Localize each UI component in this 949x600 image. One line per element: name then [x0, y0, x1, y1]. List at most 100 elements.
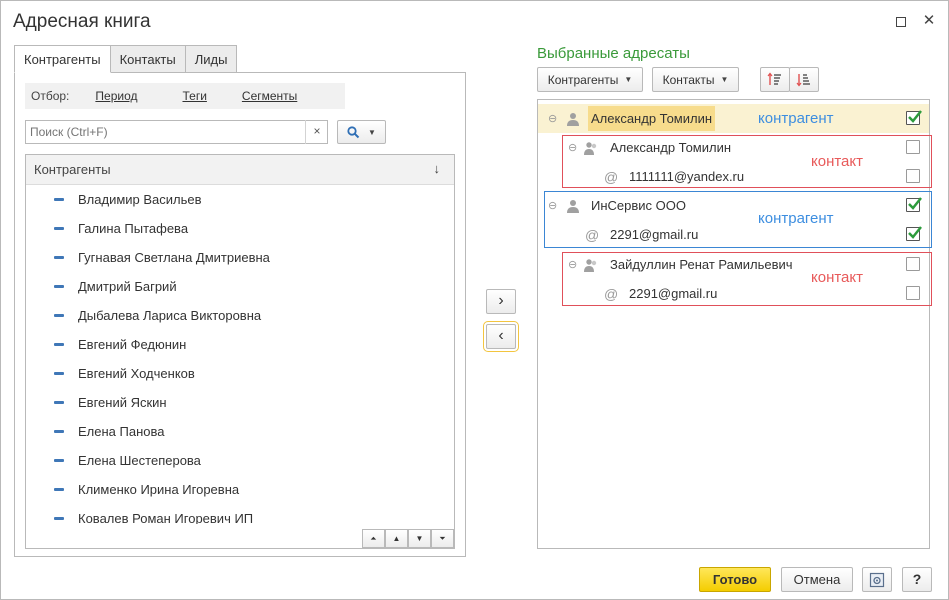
search-input[interactable] [25, 120, 328, 144]
collapse-icon[interactable]: ⊖ [568, 141, 577, 154]
remove-recipient-button[interactable]: ‹ [483, 321, 519, 352]
list-item[interactable]: Евгений Ходченков [26, 359, 454, 388]
annotation-contact-1: контакт [811, 153, 864, 170]
selected-recipients-title: Выбранные адресаты [537, 45, 690, 62]
form-settings-icon [869, 572, 885, 588]
list-nav: ⏶ ▲ ▼ ⏷ [362, 529, 454, 548]
add-contacts-dropdown[interactable]: Контакты ▼ [652, 67, 739, 92]
maximize-button[interactable] [891, 9, 911, 33]
contact-person-icon [584, 258, 597, 272]
filter-segments-link[interactable]: Сегменты [242, 89, 297, 103]
contact-person-icon [584, 141, 597, 155]
chevron-down-icon: ▼ [624, 75, 633, 84]
ready-button[interactable]: Готово [699, 567, 771, 592]
tree-row-label: Александр Томилин [610, 140, 732, 155]
checkmark-icon [908, 226, 922, 239]
tree-row-contact[interactable]: ⊖ Зайдуллин Ренат Рамильевич [538, 250, 929, 279]
recipient-checkbox[interactable] [906, 197, 922, 212]
settings-button[interactable] [862, 567, 892, 592]
recipient-checkbox[interactable] [906, 257, 920, 271]
list-header[interactable]: Контрагенты ↓ [26, 155, 454, 185]
sort-descending-icon [796, 74, 810, 87]
selected-recipients-panel: ⊖ Александр Томилин ⊖ Александр Томилин … [537, 99, 932, 549]
tree-row-label: 2291@gmail.ru [610, 227, 699, 242]
tree-row-email[interactable]: @ 1111111@yandex.ru [538, 162, 929, 191]
list-header-label: Контрагенты [34, 162, 111, 177]
tree-row-contact[interactable]: ⊖ Александр Томилин [538, 133, 929, 162]
add-recipient-button[interactable]: › [486, 289, 516, 314]
item-marker-icon [54, 343, 64, 346]
filter-tags-link[interactable]: Теги [182, 89, 206, 103]
tree-row-email[interactable]: @ 2291@gmail.ru [538, 279, 929, 308]
tree-row-email[interactable]: @ 2291@gmail.ru [538, 220, 929, 249]
item-marker-icon [54, 314, 64, 317]
tab-contacts[interactable]: Контакты [109, 45, 186, 73]
left-panel: Отбор: Период Теги Сегменты × ▼ Контраге… [14, 72, 466, 557]
search-icon [347, 125, 360, 138]
item-marker-icon [54, 401, 64, 404]
list-rows: Владимир Васильев Галина Пытафева Гугнавая… [26, 185, 454, 533]
collapse-icon[interactable]: ⊖ [548, 112, 557, 125]
annotation-counterparty-1: контрагент [758, 110, 834, 127]
item-marker-icon [54, 227, 64, 230]
left-tabs: Контрагенты Контакты Лиды [14, 45, 238, 73]
search-clear-button[interactable]: × [305, 120, 328, 144]
tree-row-counterparty[interactable]: ⊖ ИнСервис ООО [538, 191, 929, 220]
recipient-checkbox[interactable] [906, 226, 922, 241]
tab-counterparties[interactable]: Контрагенты [14, 45, 111, 73]
list-item-label: Елена Шестеперова [78, 453, 201, 468]
item-marker-icon [54, 285, 64, 288]
email-icon: @ [604, 168, 619, 185]
list-item-label: Елена Панова [78, 424, 165, 439]
scroll-top-button[interactable]: ⏶ [362, 529, 385, 548]
list-item-label: Владимир Васильев [78, 192, 202, 207]
scroll-down-button[interactable]: ▼ [408, 529, 431, 548]
email-icon: @ [604, 285, 619, 302]
scroll-up-button[interactable]: ▲ [385, 529, 408, 548]
filter-label: Отбор: [31, 89, 70, 103]
sort-descending-button[interactable] [789, 67, 819, 92]
add-counterparties-dropdown[interactable]: Контрагенты ▼ [537, 67, 643, 92]
list-item[interactable]: Гугнавая Светлана Дмитриевна [26, 243, 454, 272]
tree-row-label: 2291@gmail.ru [629, 286, 718, 301]
search-button[interactable]: ▼ [337, 120, 386, 144]
tree-row-counterparty[interactable]: ⊖ Александр Томилин [538, 104, 929, 133]
recipient-checkbox[interactable] [906, 169, 920, 183]
item-marker-icon [54, 198, 64, 201]
recipient-checkbox[interactable] [906, 110, 922, 125]
list-item[interactable]: Евгений Федюнин [26, 330, 454, 359]
list-item[interactable]: Елена Панова [26, 417, 454, 446]
collapse-icon[interactable]: ⊖ [568, 258, 577, 271]
filter-period-link[interactable]: Период [95, 89, 137, 103]
person-icon [567, 199, 579, 213]
list-item-label: Евгений Ходченков [78, 366, 195, 381]
recipient-checkbox[interactable] [906, 140, 920, 154]
tab-leads[interactable]: Лиды [184, 45, 238, 73]
list-item-label: Евгений Яскин [78, 395, 167, 410]
item-marker-icon [54, 256, 64, 259]
close-button[interactable]: ✕ [919, 9, 939, 33]
list-item[interactable]: Владимир Васильев [26, 185, 454, 214]
window-title: Адресная книга [13, 11, 151, 32]
item-marker-icon [54, 372, 64, 375]
cancel-button[interactable]: Отмена [781, 567, 853, 592]
list-item[interactable]: Евгений Яскин [26, 388, 454, 417]
scroll-bottom-button[interactable]: ⏷ [431, 529, 454, 548]
tree-row-label: Александр Томилин [588, 106, 716, 131]
sort-ascending-icon [767, 72, 781, 85]
help-button[interactable]: ? [902, 567, 932, 592]
list-item[interactable]: Дмитрий Багрий [26, 272, 454, 301]
item-marker-icon [54, 517, 64, 520]
list-item-label: Дмитрий Багрий [78, 279, 177, 294]
collapse-icon[interactable]: ⊖ [548, 199, 557, 212]
list-item[interactable]: Галина Пытафева [26, 214, 454, 243]
recipient-checkbox[interactable] [906, 286, 920, 300]
sort-ascending-button[interactable] [760, 67, 790, 92]
checkmark-icon [908, 197, 922, 210]
list-item[interactable]: Клименко Ирина Игоревна [26, 475, 454, 504]
tree-row-label: ИнСервис ООО [591, 198, 686, 213]
list-item[interactable]: Елена Шестеперова [26, 446, 454, 475]
list-item-label: Гугнавая Светлана Дмитриевна [78, 250, 270, 265]
sort-arrow-icon: ↓ [433, 161, 441, 176]
list-item[interactable]: Дыбалева Лариса Викторовна [26, 301, 454, 330]
